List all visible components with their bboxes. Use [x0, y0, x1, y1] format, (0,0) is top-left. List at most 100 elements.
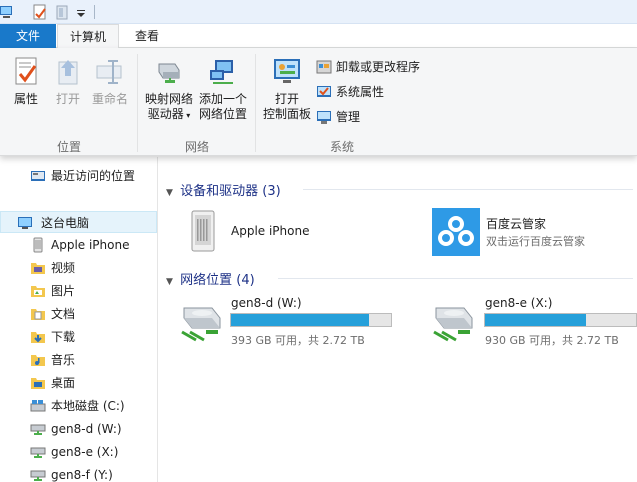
local-disk-icon	[30, 400, 46, 412]
network-drive-icon	[181, 307, 221, 342]
device-tile-apple-iphone[interactable]: Apple iPhone	[178, 207, 398, 259]
uninstall-label: 卸载或更改程序	[336, 60, 421, 74]
drive-space-info: 393 GB 可用，共 2.72 TB	[231, 334, 365, 347]
device-name: Apple iPhone	[231, 224, 310, 238]
properties-button[interactable]: 属性	[8, 56, 44, 107]
nav-label: Apple iPhone	[51, 238, 130, 252]
nav-label: 文档	[51, 307, 76, 321]
nav-item-desktop[interactable]: 桌面	[0, 372, 157, 394]
drive-usage-fill	[231, 314, 369, 326]
nav-label: gen8-e (X:)	[51, 445, 119, 459]
documents-folder-icon	[31, 309, 45, 320]
drive-space-info: 930 GB 可用，共 2.72 TB	[485, 334, 619, 347]
device-name: 百度云管家	[486, 217, 547, 231]
system-properties-label: 系统属性	[336, 85, 385, 99]
network-drive-icon	[30, 424, 46, 435]
title-bar	[0, 0, 637, 24]
system-group-label: 系统	[329, 140, 354, 154]
ribbon: 属性 打开 重命名 位置 映射网络 驱动器 ▾ 添加一个 网络位置 网络 打开 …	[0, 48, 637, 156]
properties-label: 属性	[13, 92, 38, 106]
recent-places-icon	[31, 171, 45, 181]
videos-folder-icon	[31, 263, 45, 274]
open-icon	[58, 60, 78, 85]
devices-section-title: 设备和驱动器 (3)	[180, 184, 281, 199]
device-description: 双击运行百度云管家	[486, 235, 585, 248]
network-drive-icon	[433, 307, 473, 342]
nav-item-this-pc[interactable]: 这台电脑	[0, 211, 157, 233]
control-panel-icon	[274, 59, 300, 83]
nav-item-pictures[interactable]: 图片	[0, 280, 157, 302]
properties-icon	[15, 57, 37, 85]
nav-label: 本地磁盘 (C:)	[51, 399, 125, 413]
add-location-label-1: 添加一个	[198, 92, 247, 106]
nav-label: 图片	[51, 284, 76, 298]
nav-label: 视频	[51, 261, 76, 275]
nav-item-music[interactable]: 音乐	[0, 349, 157, 371]
network-drive-icon	[30, 447, 46, 458]
collapse-chevron-icon[interactable]: ▼	[166, 188, 176, 198]
nav-item-apple-iphone[interactable]: Apple iPhone	[0, 234, 157, 256]
drive-usage-bar	[484, 313, 637, 327]
iphone-device-icon	[191, 210, 215, 252]
network-drive-icon	[30, 470, 46, 481]
iphone-icon	[33, 237, 43, 253]
navigation-pane: 最近访问的位置 这台电脑 Apple iPhone 视频 图片 文档 下载 音乐…	[0, 157, 158, 482]
nav-label: 最近访问的位置	[51, 169, 136, 183]
nav-item-gen8-f[interactable]: gen8-f (Y:)	[0, 464, 157, 482]
system-properties-icon	[317, 86, 331, 97]
manage-icon	[317, 111, 331, 124]
drive-tile-gen8-e[interactable]: gen8-e (X:) 930 GB 可用，共 2.72 TB	[430, 294, 637, 350]
map-network-drive-button[interactable]: 映射网络 驱动器 ▾	[142, 56, 196, 123]
qat-separator	[94, 5, 95, 19]
network-section-header[interactable]: ▼ 网络位置 (4)	[166, 269, 255, 288]
drive-name: gen8-e (X:)	[485, 296, 553, 310]
rename-button[interactable]: 重命名	[88, 56, 132, 107]
uninstall-program-button[interactable]: 卸载或更改程序	[316, 58, 420, 76]
group-separator	[137, 54, 138, 152]
group-separator	[255, 54, 256, 152]
location-group-label: 位置	[56, 140, 81, 154]
open-button[interactable]: 打开	[50, 56, 86, 107]
system-properties-button[interactable]: 系统属性	[316, 83, 384, 101]
tab-view[interactable]: 查看	[122, 24, 172, 48]
manage-label: 管理	[336, 110, 361, 124]
new-folder-qat-icon[interactable]	[55, 4, 71, 20]
baidu-cloud-icon	[432, 208, 480, 256]
manage-button[interactable]: 管理	[316, 108, 360, 126]
network-location-icon	[210, 60, 233, 84]
nav-item-local-disk-c[interactable]: 本地磁盘 (C:)	[0, 395, 157, 417]
drive-tile-gen8-d[interactable]: gen8-d (W:) 393 GB 可用，共 2.72 TB	[178, 294, 418, 350]
music-folder-icon	[31, 355, 45, 366]
nav-item-videos[interactable]: 视频	[0, 257, 157, 279]
this-pc-icon	[18, 217, 32, 229]
drive-usage-fill	[485, 314, 587, 326]
content-pane: ▼ 设备和驱动器 (3) Apple iPhone 百度云管家 双击运行百度云管…	[158, 157, 637, 482]
nav-item-gen8-e[interactable]: gen8-e (X:)	[0, 441, 157, 463]
nav-item-downloads[interactable]: 下载	[0, 326, 157, 348]
collapse-chevron-icon[interactable]: ▼	[166, 277, 176, 287]
customize-qat-dropdown-icon[interactable]	[75, 4, 87, 20]
tab-computer[interactable]: 计算机	[57, 24, 119, 49]
section-divider	[278, 278, 633, 279]
nav-item-gen8-d[interactable]: gen8-d (W:)	[0, 418, 157, 440]
add-network-location-button[interactable]: 添加一个 网络位置	[196, 56, 250, 122]
properties-qat-icon[interactable]	[32, 4, 48, 20]
control-panel-label-1: 打开	[274, 92, 299, 106]
drive-usage-bar	[230, 313, 392, 327]
rename-label: 重命名	[91, 92, 128, 106]
nav-label: 下载	[51, 330, 76, 344]
control-panel-label-2: 控制面板	[262, 107, 311, 121]
computer-icon[interactable]	[0, 4, 14, 20]
add-location-label-2: 网络位置	[198, 107, 247, 121]
nav-label: 音乐	[51, 353, 76, 367]
desktop-folder-icon	[31, 378, 45, 389]
tab-file[interactable]: 文件	[0, 24, 56, 48]
nav-label: 桌面	[51, 376, 76, 390]
nav-item-recent-places[interactable]: 最近访问的位置	[0, 165, 157, 187]
devices-section-header[interactable]: ▼ 设备和驱动器 (3)	[166, 180, 281, 199]
programs-icon	[316, 60, 332, 74]
nav-item-documents[interactable]: 文档	[0, 303, 157, 325]
nav-label: gen8-f (Y:)	[51, 468, 113, 482]
open-control-panel-button[interactable]: 打开 控制面板	[260, 56, 314, 122]
device-tile-baidu-cloud[interactable]: 百度云管家 双击运行百度云管家	[430, 207, 635, 259]
